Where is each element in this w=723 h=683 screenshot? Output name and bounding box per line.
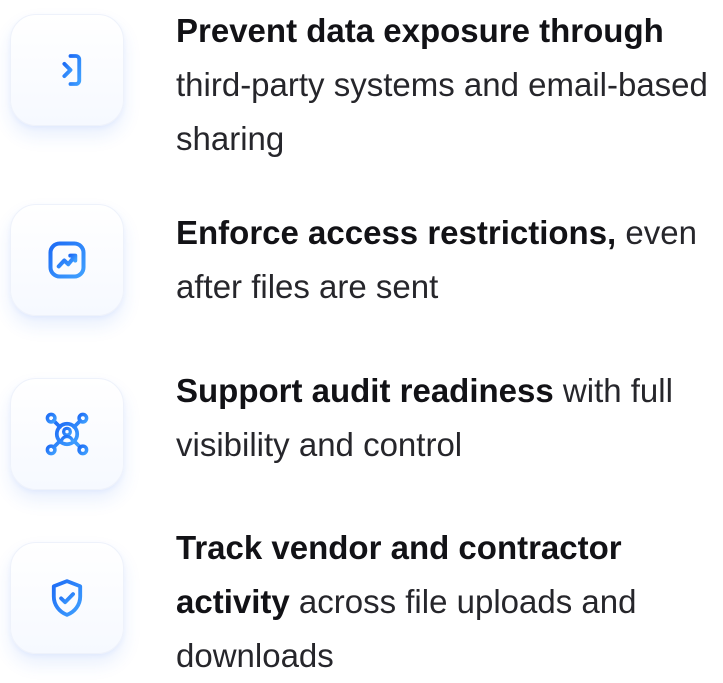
feature-headline: Support audit readiness xyxy=(176,372,554,409)
trending-chart-icon xyxy=(45,238,89,282)
shield-check-icon xyxy=(45,576,89,620)
feature-text: Enforce access restrictions, even after … xyxy=(176,206,721,314)
icon-tile xyxy=(10,14,124,126)
feature-headline: Prevent data exposure through xyxy=(176,12,664,49)
icon-tile xyxy=(10,542,124,654)
icon-tile xyxy=(10,378,124,490)
icon-tile xyxy=(10,204,124,316)
arrow-into-bracket-icon xyxy=(46,49,88,91)
feature-description: third-party systems and email-based shar… xyxy=(176,66,708,157)
feature-headline: Enforce access restrictions, xyxy=(176,214,617,251)
feature-text: Track vendor and contractor activity acr… xyxy=(176,521,721,683)
user-network-icon xyxy=(42,409,92,459)
feature-text: Support audit readiness with full visibi… xyxy=(176,364,721,472)
feature-text: Prevent data exposure through third-part… xyxy=(176,4,721,166)
